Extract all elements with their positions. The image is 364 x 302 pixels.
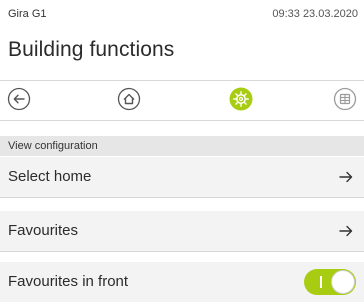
settings-gear-icon <box>229 87 253 111</box>
toggle-on-mark <box>320 276 322 288</box>
toggle-knob <box>331 270 355 294</box>
section-header: View configuration <box>0 136 364 156</box>
row-favourites-in-front: Favourites in front <box>0 262 364 302</box>
row-label: Favourites <box>8 222 79 239</box>
row-favourites[interactable]: Favourites <box>0 211 364 251</box>
settings-button[interactable] <box>229 87 253 111</box>
page-title: Building functions <box>8 38 175 61</box>
divider <box>0 251 364 252</box>
arrow-right-icon <box>339 171 353 183</box>
divider <box>0 120 364 121</box>
row-label: Favourites in front <box>8 273 129 290</box>
device-name: Gira G1 <box>8 8 47 20</box>
row-label: Select home <box>8 168 92 185</box>
home-icon <box>117 87 141 111</box>
section-title: View configuration <box>8 140 98 152</box>
divider <box>0 197 364 198</box>
home-button[interactable] <box>117 87 141 111</box>
row-select-home[interactable]: Select home <box>0 157 364 197</box>
back-arrow-icon <box>7 87 31 111</box>
back-button[interactable] <box>7 87 31 111</box>
grid-icon <box>333 87 357 111</box>
grid-view-button[interactable] <box>333 87 357 111</box>
datetime: 09:33 23.03.2020 <box>272 8 358 20</box>
status-bar: Gira G1 09:33 23.03.2020 <box>0 0 364 30</box>
favourites-in-front-toggle[interactable] <box>304 269 356 295</box>
arrow-right-icon <box>339 225 353 237</box>
nav-bar <box>0 80 364 120</box>
